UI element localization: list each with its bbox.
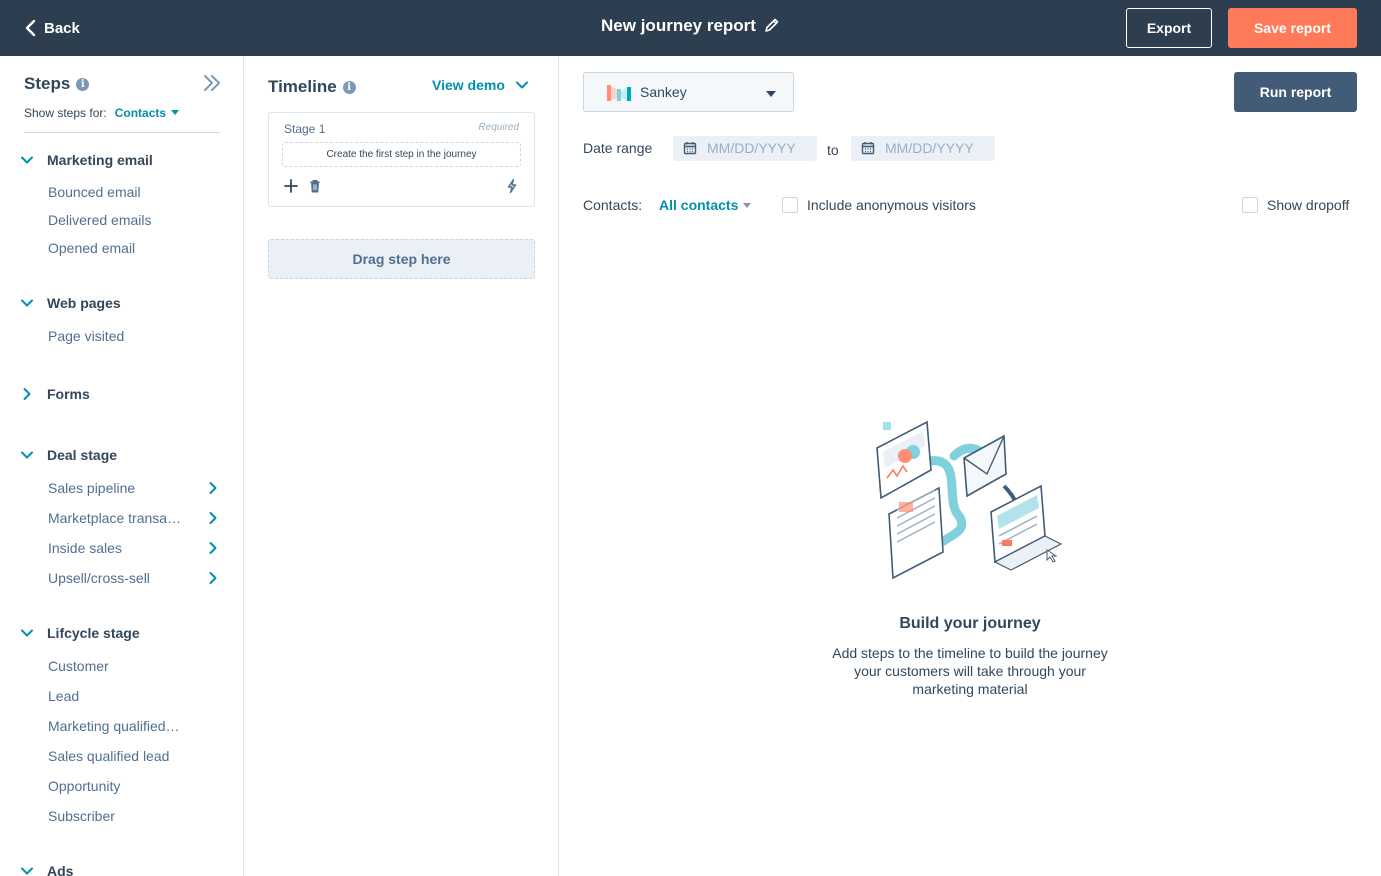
show-steps-for: Show steps for: Contacts <box>24 106 180 120</box>
double-chevron-icon[interactable] <box>202 74 222 92</box>
save-report-button[interactable]: Save report <box>1228 8 1357 48</box>
step-item-pipeline[interactable]: Marketplace transa… <box>48 507 228 529</box>
stage-label: Stage 1 <box>284 122 326 136</box>
caret-down-icon <box>171 110 180 115</box>
journey-illustration <box>876 420 1063 580</box>
chevron-down-icon <box>21 299 33 307</box>
chart-type-select[interactable]: Sankey <box>583 72 794 112</box>
info-icon[interactable]: i <box>342 81 356 94</box>
chevron-right-icon <box>209 512 217 524</box>
step-item[interactable]: Sales qualified lead <box>48 745 228 767</box>
contacts-filter-dropdown[interactable]: Contacts <box>115 106 180 120</box>
main-panel: Sankey Run report Date range to Contacts… <box>559 56 1381 876</box>
group-marketing-email[interactable]: Marketing email <box>20 149 153 171</box>
caret-down-icon <box>743 203 752 208</box>
contacts-label: Contacts: <box>583 197 643 213</box>
empty-state-title: Build your journey <box>899 615 1041 632</box>
chevron-right-icon <box>23 388 31 400</box>
back-button[interactable]: Back <box>24 16 80 40</box>
show-dropoff-checkbox[interactable] <box>1242 197 1258 213</box>
chevron-down-icon <box>21 156 33 164</box>
group-forms[interactable]: Forms <box>20 383 90 405</box>
step-item[interactable]: Bounced email <box>48 181 228 203</box>
caret-down-icon <box>766 91 776 97</box>
chevron-down-icon <box>21 629 33 637</box>
step-item[interactable]: Customer <box>48 655 228 677</box>
chevron-right-icon <box>209 542 217 554</box>
steps-heading: Steps i <box>24 74 90 94</box>
show-dropoff-label: Show dropoff <box>1267 197 1350 213</box>
chevron-down-icon <box>515 81 528 89</box>
pencil-icon[interactable] <box>764 17 780 33</box>
required-label: Required <box>478 122 519 133</box>
steps-sidebar: Steps i Show steps for: Contacts Marketing… <box>0 56 244 876</box>
run-report-button[interactable]: Run report <box>1234 72 1357 112</box>
chevron-right-icon <box>209 482 217 494</box>
include-anonymous-checkbox[interactable] <box>782 197 798 213</box>
trash-icon[interactable] <box>307 178 323 194</box>
timeline-panel: Timeline i View demo Stage 1 Required Cre… <box>244 56 559 876</box>
chevron-down-icon <box>21 451 33 459</box>
to-label: to <box>827 142 839 158</box>
step-item-pipeline[interactable]: Inside sales <box>48 537 228 559</box>
first-step-dropzone[interactable]: Create the first step in the journey <box>282 142 521 167</box>
divider <box>24 132 220 133</box>
drag-step-dropzone[interactable]: Drag step here <box>268 239 535 279</box>
info-icon[interactable]: i <box>76 78 90 91</box>
report-title[interactable]: New journey report <box>601 16 756 35</box>
step-item[interactable]: Opportunity <box>48 775 228 797</box>
chevron-down-icon <box>21 867 33 875</box>
empty-state-description: Add steps to the timeline to build the j… <box>832 645 1108 697</box>
group-web-pages[interactable]: Web pages <box>20 292 121 314</box>
step-item[interactable]: Opened email <box>48 237 228 259</box>
chevron-left-icon <box>25 19 36 37</box>
step-item[interactable]: Delivered emails <box>48 209 228 231</box>
contacts-dropdown[interactable]: All contacts <box>659 197 752 213</box>
date-to-input[interactable] <box>851 136 995 161</box>
step-item[interactable]: Marketing qualified… <box>48 715 228 737</box>
top-bar: Back New journey report Export Save repo… <box>0 0 1381 56</box>
date-from-input[interactable] <box>673 136 817 161</box>
timeline-heading: Timeline i <box>268 77 356 97</box>
step-item[interactable]: Subscriber <box>48 805 228 827</box>
group-lifecycle-stage[interactable]: Lifcycle stage <box>20 622 140 644</box>
group-ads[interactable]: Ads <box>20 860 73 876</box>
sankey-icon <box>607 85 631 101</box>
back-label: Back <box>44 19 80 37</box>
lightning-icon[interactable] <box>504 178 520 194</box>
group-deal-stage[interactable]: Deal stage <box>20 444 117 466</box>
step-item[interactable]: Lead <box>48 685 228 707</box>
include-anonymous-label: Include anonymous visitors <box>807 197 976 213</box>
step-item-pipeline[interactable]: Upsell/cross-sell <box>48 567 228 589</box>
view-demo-link[interactable]: View demo <box>432 77 529 93</box>
stage-card: Stage 1 Required Create the first step i… <box>268 112 535 207</box>
step-item[interactable]: Page visited <box>48 325 228 347</box>
step-item-pipeline[interactable]: Sales pipeline <box>48 477 228 499</box>
date-range-label: Date range <box>583 140 653 156</box>
chart-type-label: Sankey <box>640 84 687 100</box>
export-button[interactable]: Export <box>1126 8 1212 48</box>
chevron-right-icon <box>209 572 217 584</box>
plus-icon[interactable] <box>283 178 299 194</box>
